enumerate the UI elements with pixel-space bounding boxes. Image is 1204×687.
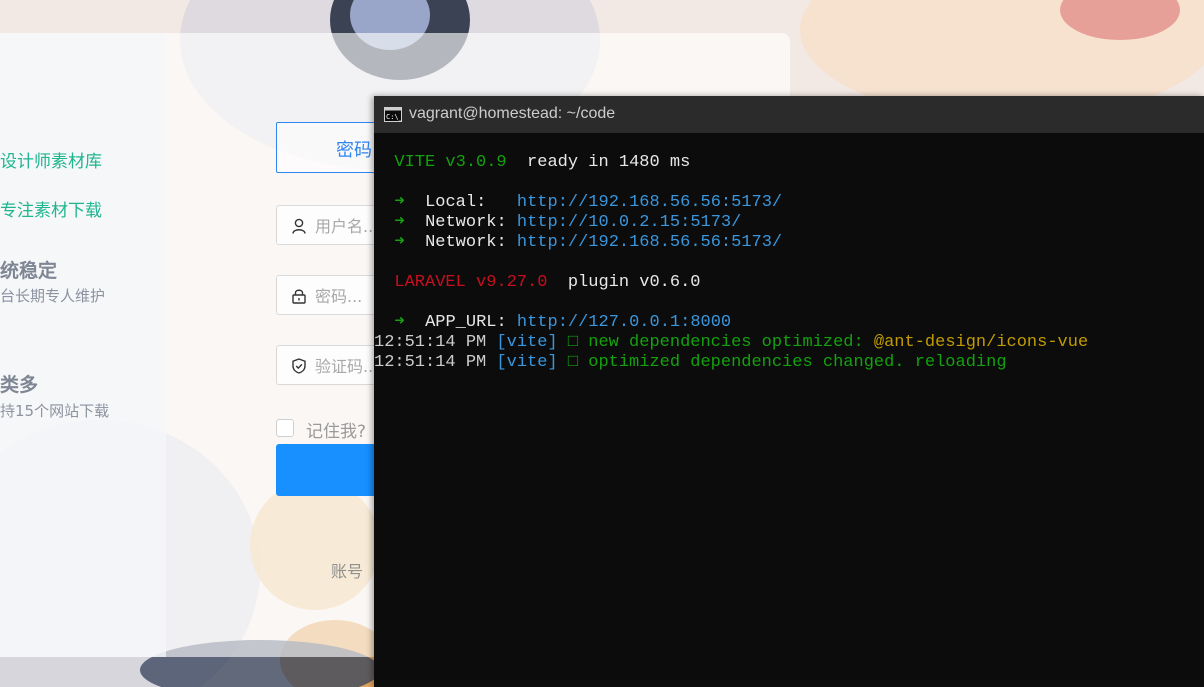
feature-title: 类多	[0, 374, 39, 396]
user-icon	[292, 218, 306, 234]
app-url-line: ➜ APP_URL: http://127.0.0.1:8000	[394, 313, 732, 332]
terminal-output[interactable]: VITE v3.0.9 ready in 1480 ms ➜ Local: ht…	[374, 153, 1204, 373]
shield-check-icon	[292, 358, 306, 374]
vite-ready-line: VITE v3.0.9 ready in 1480 ms	[374, 153, 1204, 173]
tab-label: 密码	[336, 140, 372, 161]
network-line: ➜ Network: http://10.0.2.15:5173/	[394, 213, 742, 232]
feature-title: 统稳定	[0, 260, 58, 282]
plugin-version: v0.6.0	[639, 273, 701, 292]
plugin-label: plugin	[567, 273, 630, 292]
vite-name: VITE	[394, 153, 436, 172]
window-title: vagrant@homestead: ~/code	[409, 105, 616, 122]
account-link[interactable]: 账号	[331, 558, 363, 582]
log-line: 12:51:14 PM [vite] □ optimized dependenc…	[374, 353, 1204, 373]
feature-text: 专注素材下载	[0, 201, 102, 221]
remember-checkbox[interactable]	[276, 419, 294, 437]
local-url[interactable]: http://192.168.56.56:5173/	[517, 193, 782, 212]
log-box: □	[567, 333, 579, 352]
laravel-name: LARAVEL	[394, 273, 466, 292]
feature-subtitle: 台长期专人维护	[0, 287, 106, 305]
log-tag: [vite]	[496, 333, 558, 352]
vite-ready-ms: 1480	[618, 153, 660, 172]
network-label: Network:	[425, 213, 507, 232]
log-highlight: @ant-design/icons-vue	[873, 333, 1089, 352]
log-message: new dependencies optimized:	[588, 333, 864, 352]
log-time: 12:51:14 PM	[374, 353, 487, 372]
app-url-label: APP_URL:	[425, 313, 507, 332]
network-url[interactable]: http://192.168.56.56:5173/	[517, 233, 782, 252]
vite-ready-unit: ms	[669, 153, 691, 172]
log-tag: [vite]	[496, 353, 558, 372]
laravel-line: LARAVEL v9.27.0 plugin v0.6.0	[374, 273, 1204, 293]
log-line: 12:51:14 PM [vite] □ new dependencies op…	[374, 333, 1204, 353]
local-line: ➜ Local: http://192.168.56.56:5173/	[394, 193, 783, 212]
local-label: Local:	[425, 193, 487, 212]
log-time: 12:51:14 PM	[374, 333, 487, 352]
app-url[interactable]: http://127.0.0.1:8000	[517, 313, 731, 332]
log-box: □	[567, 353, 579, 372]
network-url[interactable]: http://10.0.2.15:5173/	[517, 213, 741, 232]
network-line: ➜ Network: http://192.168.56.56:5173/	[394, 233, 783, 252]
laravel-version: v9.27.0	[476, 273, 548, 292]
cmd-icon: C:\_	[384, 107, 402, 122]
log-message: optimized dependencies changed. reloadin…	[588, 353, 1007, 372]
terminal-window[interactable]: C:\_ vagrant@homestead: ~/code VITE v3.0…	[374, 96, 1204, 687]
vite-version: v3.0.9	[445, 153, 507, 172]
network-label: Network:	[425, 233, 507, 252]
feature-panel: 设计师素材库 专注素材下载 统稳定 台长期专人维护 类多 持15个网站下载	[0, 33, 166, 657]
lock-icon	[292, 289, 306, 304]
feature-text: 设计师素材库	[0, 152, 102, 172]
feature-subtitle: 持15个网站下载	[0, 402, 110, 420]
svg-text:C:\_: C:\_	[386, 113, 402, 121]
terminal-titlebar[interactable]: C:\_ vagrant@homestead: ~/code	[374, 96, 1204, 133]
vite-ready-text: ready in	[527, 153, 609, 172]
remember-label[interactable]: 记住我?	[306, 417, 366, 442]
